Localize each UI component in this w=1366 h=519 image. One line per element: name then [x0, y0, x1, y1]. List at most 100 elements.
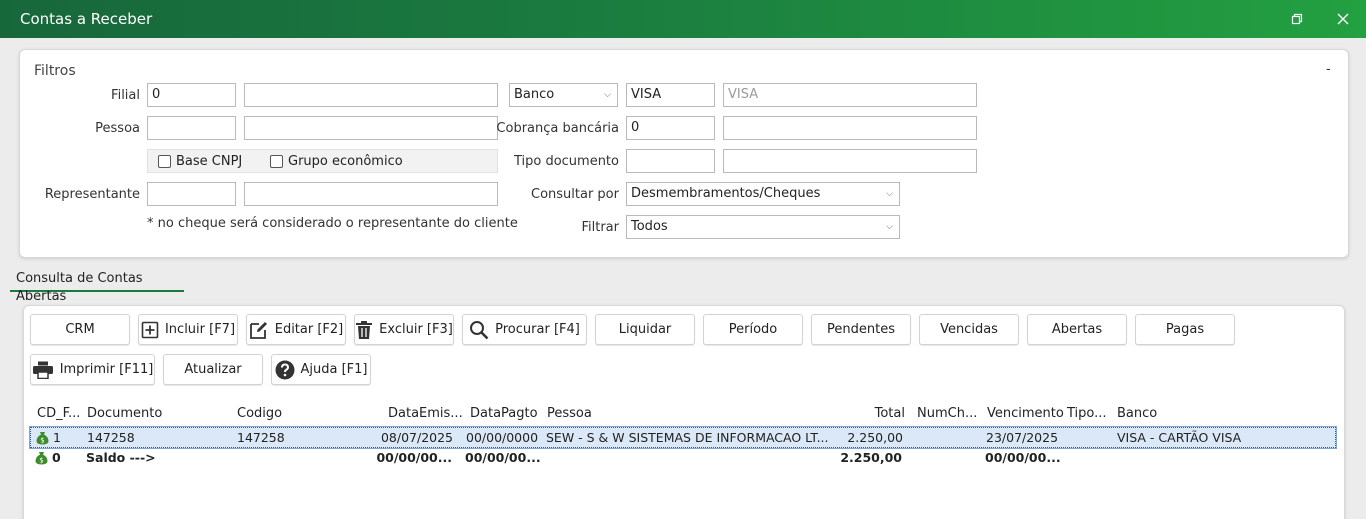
- editar-button[interactable]: Editar [F2]: [246, 314, 346, 345]
- checkbox-icon: [158, 155, 171, 168]
- edit-icon: [249, 320, 269, 340]
- tipo-documento-label: Tipo documento: [513, 154, 619, 169]
- filters-panel: Filtros - Filial 0 Pessoa Base CNPJ Grup…: [19, 49, 1349, 258]
- column-header[interactable]: DataPagto: [470, 406, 538, 421]
- liquidar-button-label: Liquidar: [618, 322, 672, 337]
- pagas-button[interactable]: Pagas: [1135, 314, 1235, 345]
- chevron-down-icon: ⌵: [604, 90, 611, 100]
- pessoa-label: Pessoa: [95, 121, 140, 136]
- cobranca-name-input[interactable]: [723, 116, 977, 140]
- window-title: Contas a Receber: [20, 10, 153, 28]
- representante-code-input[interactable]: [147, 182, 236, 206]
- filial-label: Filial: [111, 88, 140, 103]
- add-box-icon: [141, 321, 159, 339]
- base-cnpj-checkbox[interactable]: Base CNPJ: [158, 154, 242, 169]
- close-icon[interactable]: [1332, 8, 1354, 30]
- printer-icon: [32, 361, 54, 379]
- cell-data-pagto: 00/00/0000: [466, 430, 539, 445]
- pagas-button-label: Pagas: [1165, 322, 1205, 337]
- procurar-button[interactable]: Procurar [F4]: [462, 314, 587, 345]
- representante-label: Representante: [44, 187, 140, 202]
- cobranca-label: Cobrança bancária: [496, 121, 619, 136]
- column-header[interactable]: DataEmis...: [388, 406, 463, 421]
- cell-cd: 1: [53, 430, 61, 445]
- cell-total: 2.250,00: [847, 430, 903, 445]
- help-icon: [275, 360, 295, 380]
- column-header[interactable]: CD_F...: [37, 406, 80, 421]
- filters-title: Filtros: [34, 63, 76, 79]
- banco-name-input[interactable]: VISA: [723, 83, 977, 107]
- pendentes-button-label: Pendentes: [827, 322, 895, 337]
- filial-code-input[interactable]: 0: [147, 83, 236, 107]
- cell-pessoa: SEW - S & W SISTEMAS DE INFORMACAO LT...: [546, 430, 829, 445]
- collapse-button[interactable]: -: [1326, 62, 1331, 77]
- cell-data-pagto: 00/00/00...: [465, 450, 541, 465]
- tab-consulta-contas-abertas[interactable]: Consulta de Contas Abertas: [10, 270, 184, 304]
- periodo-button[interactable]: Período: [703, 314, 803, 345]
- incluir-button-label: Incluir [F7]: [164, 322, 236, 337]
- table-row[interactable]: $ 0 Saldo ---> 00/00/00... 00/00/00... 2…: [30, 448, 1336, 469]
- ajuda-button-label: Ajuda [F1]: [300, 362, 368, 377]
- column-header[interactable]: Total: [830, 406, 905, 421]
- trash-icon: [355, 320, 373, 340]
- chevron-down-icon: ⌵: [886, 189, 893, 199]
- cell-documento: Saldo --->: [86, 450, 156, 465]
- abertas-button-label: Abertas: [1051, 322, 1103, 337]
- search-icon: [469, 320, 489, 340]
- column-header[interactable]: Documento: [87, 406, 162, 421]
- column-header[interactable]: Codigo: [237, 406, 282, 421]
- consultar-por-select[interactable]: Desmembramentos/Cheques ⌵: [626, 182, 900, 206]
- svg-text:$: $: [40, 437, 44, 445]
- banco-select[interactable]: Banco ⌵: [509, 83, 618, 107]
- atualizar-button[interactable]: Atualizar: [163, 354, 263, 385]
- restore-icon[interactable]: [1286, 8, 1308, 30]
- representante-note: * no cheque será considerado o represent…: [147, 216, 518, 231]
- imprimir-button[interactable]: Imprimir [F11]: [30, 354, 155, 385]
- filtrar-value: Todos: [631, 219, 668, 234]
- banco-code-input[interactable]: VISA: [626, 83, 715, 107]
- liquidar-button[interactable]: Liquidar: [595, 314, 695, 345]
- incluir-button[interactable]: Incluir [F7]: [138, 314, 238, 345]
- tipo-documento-code-input[interactable]: [626, 149, 715, 173]
- results-grid[interactable]: CD_F... Documento Codigo DataEmis... Dat…: [29, 402, 1337, 519]
- filial-name-input[interactable]: [244, 83, 498, 107]
- svg-text:$: $: [39, 457, 43, 465]
- ajuda-button[interactable]: Ajuda [F1]: [271, 354, 371, 385]
- title-bar: Contas a Receber: [0, 0, 1366, 38]
- editar-button-label: Editar [F2]: [274, 322, 344, 337]
- filtrar-select[interactable]: Todos ⌵: [626, 215, 900, 239]
- excluir-button-label: Excluir [F3]: [379, 322, 453, 337]
- cell-vencimento: 00/00/00...: [985, 450, 1061, 465]
- money-bag-icon: $: [35, 452, 48, 465]
- checkbox-icon: [270, 155, 283, 168]
- banco-select-value: Banco: [514, 87, 555, 102]
- abertas-button[interactable]: Abertas: [1027, 314, 1127, 345]
- grupo-economico-checkbox[interactable]: Grupo econômico: [270, 154, 403, 169]
- cell-cd: 0: [52, 450, 61, 465]
- atualizar-button-label: Atualizar: [184, 362, 242, 377]
- pessoa-name-input[interactable]: [244, 116, 498, 140]
- pessoa-code-input[interactable]: [147, 116, 236, 140]
- crm-button-label: CRM: [65, 322, 95, 337]
- column-header[interactable]: Banco: [1117, 406, 1157, 421]
- pendentes-button[interactable]: Pendentes: [811, 314, 911, 345]
- column-header[interactable]: Vencimento: [987, 406, 1064, 421]
- crm-button[interactable]: CRM: [30, 314, 130, 345]
- column-header[interactable]: Pessoa: [547, 406, 592, 421]
- representante-name-input[interactable]: [244, 182, 498, 206]
- tipo-documento-name-input[interactable]: [723, 149, 977, 173]
- cobranca-code-input[interactable]: 0: [626, 116, 715, 140]
- vencidas-button-label: Vencidas: [940, 322, 998, 337]
- table-row[interactable]: $ 1 147258 147258 08/07/2025 00/00/0000 …: [29, 426, 1337, 449]
- periodo-button-label: Período: [728, 322, 778, 337]
- cell-total: 2.250,00: [840, 450, 902, 465]
- base-cnpj-label: Base CNPJ: [176, 154, 243, 169]
- column-header[interactable]: NumCh...: [917, 406, 977, 421]
- column-header[interactable]: Tipo...: [1067, 406, 1107, 421]
- cell-documento: 147258: [87, 430, 135, 445]
- vencidas-button[interactable]: Vencidas: [919, 314, 1019, 345]
- cell-data-emissao: 00/00/00...: [376, 450, 452, 465]
- cell-data-emissao: 08/07/2025: [380, 430, 453, 445]
- chevron-down-icon: ⌵: [886, 222, 893, 232]
- excluir-button[interactable]: Excluir [F3]: [354, 314, 454, 345]
